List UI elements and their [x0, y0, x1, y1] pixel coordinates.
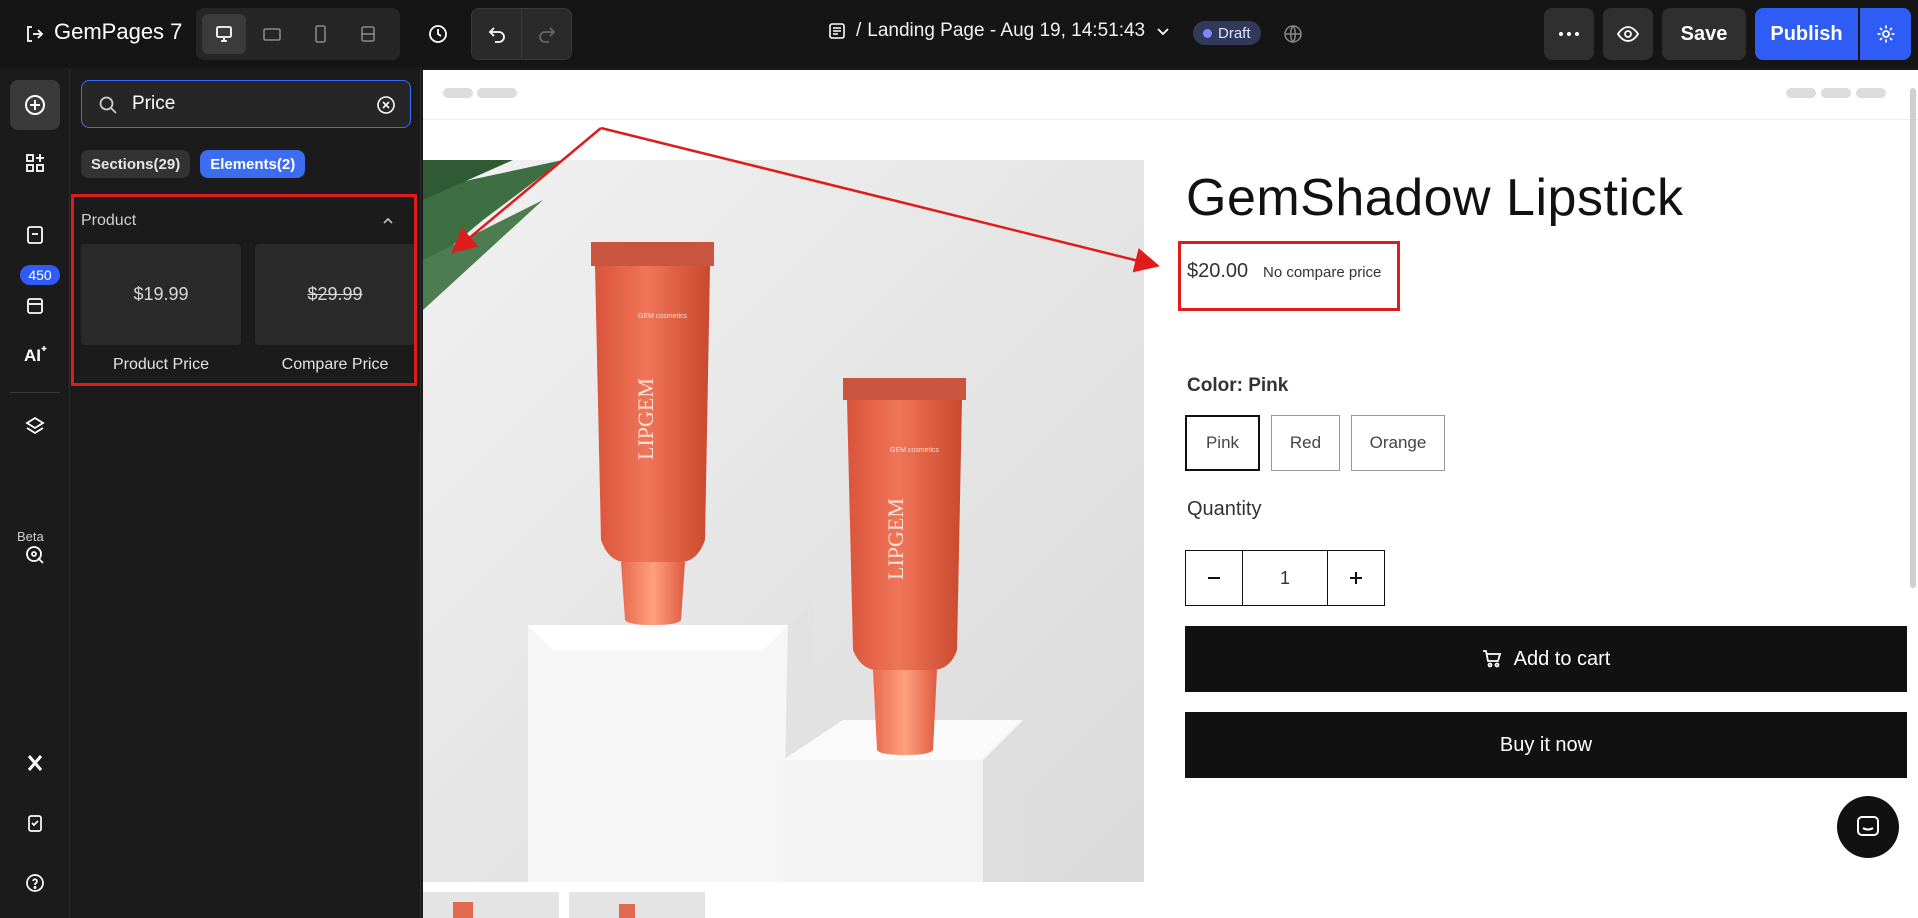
- header-placeholder: [423, 70, 1918, 120]
- quantity-value[interactable]: 1: [1242, 551, 1328, 605]
- layers-button[interactable]: [10, 401, 60, 451]
- color-value: Pink: [1248, 375, 1289, 396]
- x-brand-icon: [27, 755, 43, 771]
- exit-icon[interactable]: [20, 20, 48, 48]
- svg-text:AI: AI: [24, 346, 41, 365]
- templates-icon: [27, 298, 43, 314]
- vertical-scrollbar[interactable]: [1910, 88, 1916, 588]
- mobile-view-icon[interactable]: [298, 14, 342, 54]
- apps-button[interactable]: [10, 138, 60, 188]
- color-option-pink[interactable]: Pink: [1185, 415, 1260, 471]
- tablet-landscape-icon[interactable]: [250, 14, 294, 54]
- plus-icon: [1350, 572, 1362, 584]
- more-icon: [1559, 32, 1579, 36]
- decrease-button[interactable]: [1186, 551, 1242, 605]
- checklist-icon: [28, 815, 42, 832]
- editor-canvas: LIPGEM GEM cosmetics LIPGEM GEM cosmetic…: [423, 70, 1918, 918]
- buy-now-button[interactable]: Buy it now: [1185, 712, 1907, 778]
- search-field[interactable]: [81, 80, 411, 128]
- page-prefix: /: [856, 20, 862, 41]
- ai-button[interactable]: AI: [10, 330, 60, 380]
- cart-icon: [1482, 650, 1501, 668]
- apps-icon: [26, 154, 44, 172]
- app-brand: GemPages 7: [54, 19, 183, 44]
- top-toolbar: GemPages 7 / Landing Page - Aug 19, 14:5…: [0, 0, 1918, 68]
- result-tabs: Sections(29) Elements(2): [81, 150, 306, 178]
- globe-icon[interactable]: [1279, 20, 1307, 48]
- pages-icon: [27, 226, 43, 244]
- tube-brand-text-2: LIPGEM: [883, 498, 908, 580]
- add-element-button[interactable]: [10, 80, 60, 130]
- fullwidth-view-icon[interactable]: [346, 14, 390, 54]
- help-icon: [26, 874, 44, 892]
- tube-small-text-2: GEM cosmetics: [890, 447, 940, 454]
- highlight-box-elements: [71, 194, 417, 386]
- page-analytics-button[interactable]: [10, 530, 60, 580]
- left-rail: 450 AI Beta: [0, 70, 70, 918]
- page-icon: [829, 23, 845, 39]
- quantity-stepper: 1: [1185, 550, 1385, 606]
- status-badge: Draft: [1193, 21, 1261, 45]
- clear-search-icon[interactable]: [374, 93, 398, 117]
- buy-now-label: Buy it now: [1499, 733, 1593, 756]
- templates-button[interactable]: [10, 272, 60, 322]
- product-main-image[interactable]: LIPGEM GEM cosmetics LIPGEM GEM cosmetic…: [423, 160, 1144, 882]
- undo-icon[interactable]: [472, 9, 522, 59]
- page-name: Landing Page - Aug 19, 14:51:43: [867, 20, 1146, 41]
- search-input[interactable]: [132, 91, 362, 117]
- increase-button[interactable]: [1328, 551, 1384, 605]
- ai-icon: AI: [24, 346, 47, 365]
- plus-circle-icon: [25, 95, 45, 115]
- layers-icon: [25, 416, 45, 435]
- color-option-red[interactable]: Red: [1271, 415, 1340, 471]
- publish-settings-button[interactable]: [1860, 8, 1911, 60]
- color-option-orange[interactable]: Orange: [1351, 415, 1445, 471]
- quantity-label: Quantity: [1187, 498, 1262, 520]
- undo-redo-group: [471, 8, 572, 60]
- page-selector[interactable]: / Landing Page - Aug 19, 14:51:43: [828, 20, 1171, 42]
- product-title: GemShadow Lipstick: [1186, 169, 1684, 227]
- chat-widget-button[interactable]: [1837, 796, 1899, 858]
- redo-icon[interactable]: [522, 9, 571, 59]
- save-button[interactable]: Save: [1662, 8, 1746, 60]
- tube-small-text: GEM cosmetics: [638, 313, 688, 320]
- pages-button[interactable]: [10, 210, 60, 260]
- color-label: Color: Pink: [1187, 375, 1289, 396]
- gear-icon: [1877, 25, 1894, 43]
- search-icon: [99, 96, 117, 114]
- thumbnail-2[interactable]: [569, 892, 705, 918]
- device-switcher: [196, 8, 400, 60]
- target-icon: [26, 546, 44, 564]
- tube-brand-text: LIPGEM: [633, 378, 658, 460]
- minus-icon: [1208, 577, 1220, 579]
- add-to-cart-label: Add to cart: [1513, 647, 1611, 670]
- desktop-view-icon[interactable]: [202, 14, 246, 54]
- chevron-down-icon: [1157, 28, 1169, 36]
- help-button[interactable]: [10, 858, 60, 908]
- x-button[interactable]: [10, 738, 60, 788]
- tab-elements[interactable]: Elements(2): [200, 150, 306, 178]
- chat-icon: [1857, 816, 1879, 836]
- thumbnail-1[interactable]: [423, 892, 559, 918]
- checklist-button[interactable]: [10, 798, 60, 848]
- eye-icon: [1617, 26, 1639, 42]
- preview-button[interactable]: [1603, 8, 1653, 60]
- add-to-cart-button[interactable]: Add to cart: [1185, 626, 1907, 692]
- highlight-box-price: [1178, 241, 1400, 311]
- publish-button[interactable]: Publish: [1755, 8, 1858, 60]
- more-options-button[interactable]: [1544, 8, 1594, 60]
- history-icon[interactable]: [420, 16, 456, 52]
- tab-sections[interactable]: Sections(29): [81, 150, 191, 178]
